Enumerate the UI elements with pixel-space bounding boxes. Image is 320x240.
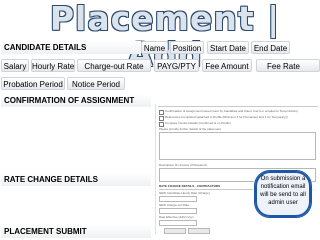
checkbox-label: Confirmation of Assignment Issued (sent … [165, 109, 298, 113]
field-tag-hourly-rate: Hourly Rate [31, 59, 75, 72]
field-tag-probation-period: Probation Period [1, 77, 65, 90]
checkbox-references-completed[interactable] [159, 116, 164, 121]
section-rate-change-details: RATE CHANGE DETAILS [1, 173, 151, 186]
submit-button[interactable] [188, 228, 210, 234]
new-charge-out-label: NEW Charge-out Rate [159, 203, 190, 207]
section-placement-submit: PLACEMENT SUBMIT [1, 225, 151, 238]
field-tag-notice-period: Notice Period [67, 77, 125, 90]
checkbox-label: Compare Invoice Details (Confirmed & on … [165, 121, 231, 125]
section-candidate-details: CANDIDATE DETAILS [1, 41, 141, 54]
field-tag-charge-out-rate: Charge-out Rate [77, 59, 151, 72]
date-effective-label: Date Effective (dd/mm/yy) [159, 215, 194, 219]
field-tag-start-date: Start Date [207, 41, 249, 54]
field-tag-fee-amount: Fee Amount [202, 59, 252, 72]
checkbox-confirmation-issued[interactable] [159, 110, 164, 115]
field-tag-salary: Salary [1, 59, 29, 72]
field-tag-payg-pty: PAYG/PTY [154, 59, 199, 72]
submission-callout: On submission a notification email will … [254, 170, 312, 218]
placement-details-textarea[interactable] [159, 132, 316, 160]
field-tag-end-date: End Date [251, 41, 290, 54]
new-hourly-rate-label: NEW Candidate Hourly Rate (Charge) [159, 191, 210, 195]
callout-text: On submission a notification email will … [260, 176, 306, 206]
invoice-description-label: Description On Invoice (If Required) [159, 163, 207, 167]
field-tag-name: Name [141, 41, 168, 54]
field-tag-fee-rate: Fee Rate [256, 59, 320, 72]
section-confirmation-of-assignment: CONFIRMATION OF ASSIGNMENT [1, 94, 151, 107]
field-tag-position: Position [170, 41, 204, 54]
page-title: Placement | Add [49, 0, 281, 74]
date-effective-input[interactable] [159, 220, 197, 226]
checkbox-label: References Completed (attached to Profil… [165, 115, 288, 119]
cancel-button[interactable] [164, 228, 186, 234]
new-charge-out-input[interactable] [159, 208, 197, 214]
form-divider [158, 106, 318, 107]
new-hourly-rate-input[interactable] [159, 196, 197, 202]
details-label: Please provide further details of the pl… [159, 127, 221, 131]
